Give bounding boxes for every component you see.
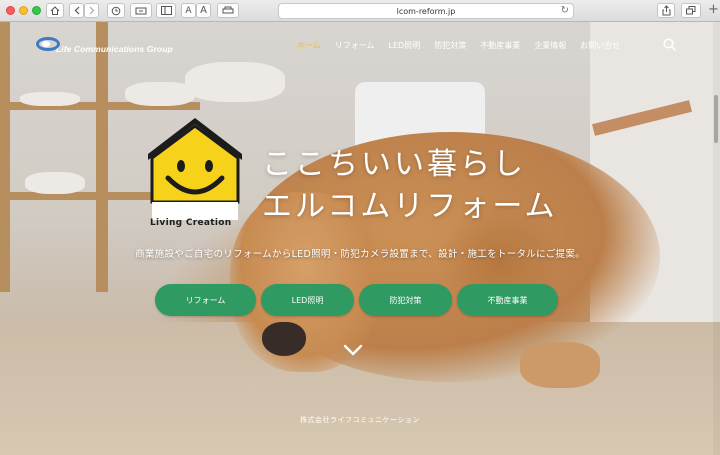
headline-line-1: ここちいい暮らし [262,147,526,182]
text-larger-button[interactable]: A [196,3,211,18]
text-larger-label: A [200,5,207,16]
company-name: 株式会社ライフコミュニケーション [300,416,420,424]
share-button[interactable] [657,3,675,18]
reform-button[interactable]: リフォーム [155,284,256,316]
url-text: lcom-reform.jp [396,6,456,16]
reader-button[interactable] [130,3,152,18]
chevron-down-icon[interactable] [343,344,363,356]
hero-overlay [0,22,720,455]
real-estate-button[interactable]: 不動産事業 [457,284,558,316]
nav-item-security[interactable]: 防犯対策 [427,40,473,51]
nav-item-home[interactable]: ホーム [290,40,328,51]
share-icon [662,5,670,16]
hero-tagline: 商業施設やご自宅のリフォームからLED照明・防犯カメラ設置まで、設計・施工をトー… [135,249,585,260]
main-nav: ホーム リフォーム LED照明 防犯対策 不動産事業 企業情報 お問い合せ · [290,40,632,51]
nav-item-company[interactable]: 企業情報 [527,40,573,51]
nav-separator-dot: · [629,40,632,49]
text-smaller-label: A [185,5,192,16]
address-bar[interactable]: lcom-reform.jp ↻ [278,3,574,19]
sidebar-button[interactable] [156,3,176,18]
hero-section: Life Communications Group ホーム リフォーム LED照… [0,22,720,455]
reload-icon[interactable]: ↻ [561,5,569,16]
led-lighting-button[interactable]: LED照明 [261,284,354,316]
nav-item-real-estate[interactable]: 不動産事業 [473,40,527,51]
chevron-left-icon [74,6,79,15]
zoom-window-button[interactable] [32,6,41,15]
scrollbar-thumb[interactable] [714,95,718,143]
nav-item-contact[interactable]: お問い合せ [573,40,627,51]
tabs-icon [686,6,696,15]
browser-toolbar: A A lcom-reform.jp ↻ + [0,0,720,22]
forward-button[interactable] [84,3,99,18]
reader-icon [135,7,147,14]
home-icon [50,6,60,15]
history-button[interactable] [107,3,125,18]
nav-item-led[interactable]: LED照明 [382,40,428,51]
logo-ring-icon [36,37,60,51]
text-smaller-button[interactable]: A [181,3,196,18]
chevron-right-icon [89,6,94,15]
home-button[interactable] [46,3,64,18]
scrollbar-track[interactable] [713,22,720,455]
minimize-window-button[interactable] [19,6,28,15]
logo-text: Life Communications Group [56,44,173,54]
security-button[interactable]: 防犯対策 [359,284,452,316]
back-button[interactable] [69,3,84,18]
house-smiley-logo [148,118,242,220]
print-button[interactable] [217,3,239,18]
house-logo-label: Living Creation [150,218,232,228]
new-tab-button[interactable]: + [708,2,719,17]
printer-icon [222,6,234,14]
nav-item-reform[interactable]: リフォーム [328,40,382,51]
close-window-button[interactable] [6,6,15,15]
site-logo[interactable]: Life Communications Group [36,34,173,54]
clock-icon [111,6,121,15]
hero-headline: ここちいい暮らし エルコムリフォーム [262,144,558,228]
cta-button-row: リフォーム LED照明 防犯対策 不動産事業 [155,284,558,316]
headline-line-2: エルコムリフォーム [262,189,558,224]
tabs-overview-button[interactable] [681,3,701,18]
search-icon[interactable] [663,38,676,51]
sidebar-icon [160,6,172,15]
